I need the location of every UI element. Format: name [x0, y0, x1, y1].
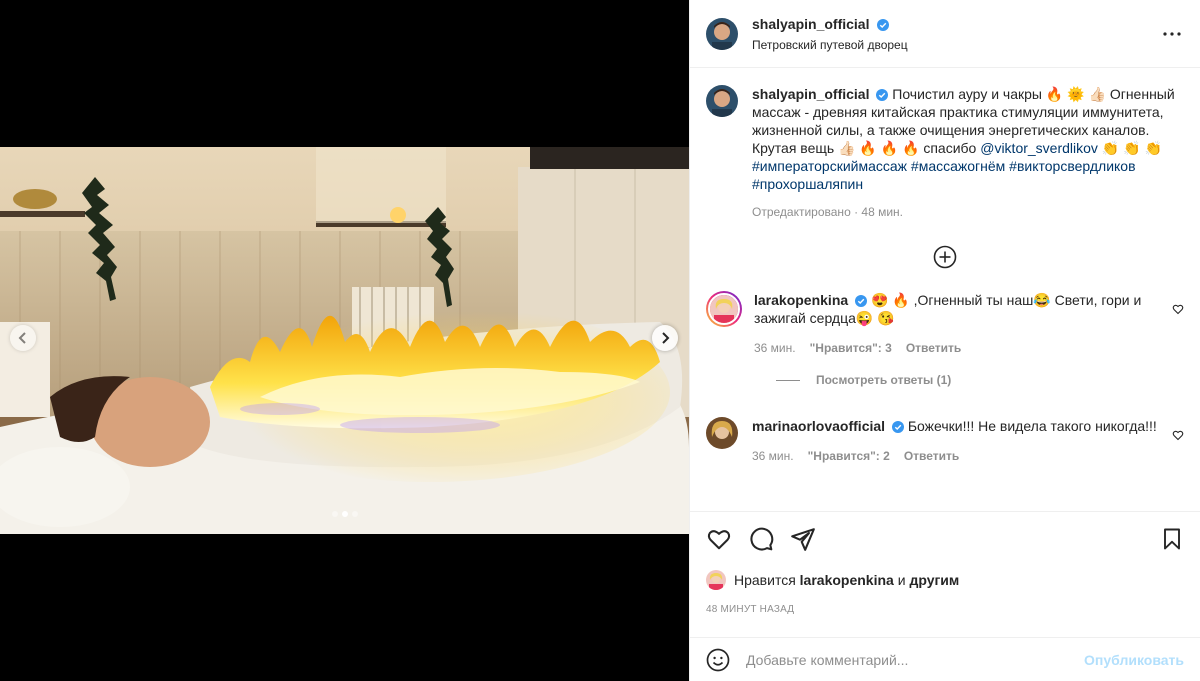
hashtags-link[interactable]: #императорскиймассаж #массажогнём #викто…: [752, 158, 1136, 192]
chevron-right-icon: [662, 332, 670, 344]
post-location[interactable]: Петровский путевой дворец: [752, 38, 1160, 52]
caption-username[interactable]: shalyapin_official: [752, 86, 869, 102]
carousel-prev-button[interactable]: [10, 325, 36, 351]
mention-link[interactable]: @viktor_sverdlikov: [980, 140, 1098, 156]
plus-circle-icon: [933, 245, 957, 269]
reply-button[interactable]: Ответить: [904, 447, 959, 465]
post-photo[interactable]: [0, 147, 689, 534]
carousel-next-button[interactable]: [652, 325, 678, 351]
post-timestamp[interactable]: 48 МИНУТ НАЗАД: [706, 604, 1184, 615]
post-actions: Нравится larakopenkina и другим 48 МИНУТ…: [690, 511, 1200, 615]
view-replies-label: Посмотреть ответы (1): [816, 373, 952, 387]
fire-massage-photo: [0, 147, 689, 534]
edited-time: Отредактировано · 48 мин.: [752, 205, 903, 219]
liked-by: Нравится larakopenkina и другим: [706, 570, 1184, 590]
caption-line1: Почистил ауру и чакры 🔥 🌞 👍🏻: [892, 86, 1106, 102]
view-replies-button[interactable]: Посмотреть ответы (1): [776, 373, 1184, 387]
commenter-avatar[interactable]: [706, 291, 742, 327]
commenter-avatar[interactable]: [706, 417, 738, 449]
comment-time[interactable]: 36 мин.: [754, 339, 796, 357]
post-header: shalyapin_official Петровский путевой дв…: [690, 0, 1200, 68]
add-comment-bar: Опубликовать: [690, 637, 1200, 681]
comment-text: Божечки!!! Не видела такого никогда!!!: [907, 418, 1157, 434]
comment-time[interactable]: 36 мин.: [752, 447, 794, 465]
comment-item: larakopenkina 😍 🔥 ,Огненный ты наш😂 Свет…: [706, 291, 1184, 357]
liked-by-mid: и: [897, 572, 906, 588]
caption-emojis: 👏 👏 👏: [1097, 140, 1162, 156]
liked-by-user[interactable]: larakopenkina: [800, 572, 894, 588]
comment-likes[interactable]: "Нравится": 3: [810, 339, 892, 357]
comment-likes[interactable]: "Нравится": 2: [808, 447, 890, 465]
post-sidebar: shalyapin_official Петровский путевой дв…: [689, 0, 1200, 681]
reply-button[interactable]: Ответить: [906, 339, 961, 357]
liked-by-others[interactable]: другим: [909, 572, 959, 588]
carousel-indicator: [0, 511, 689, 517]
chevron-left-icon: [18, 332, 26, 344]
more-options-button[interactable]: [1160, 22, 1184, 46]
carousel-dot: [331, 511, 338, 517]
caption-avatar[interactable]: [706, 85, 738, 117]
like-comment-heart-icon[interactable]: [1172, 429, 1184, 441]
share-send-icon[interactable]: [790, 526, 816, 552]
comment-item: marinaorlovaofficial Божечки!!! Не видел…: [706, 417, 1184, 465]
author-avatar[interactable]: [706, 17, 738, 50]
like-comment-heart-icon[interactable]: [1172, 303, 1184, 315]
author-username[interactable]: shalyapin_official: [752, 16, 869, 32]
verified-badge-icon: [855, 295, 868, 307]
verified-badge-icon: [876, 18, 889, 31]
carousel-dot: [351, 511, 358, 517]
liker-avatar[interactable]: [706, 570, 726, 590]
carousel-dot-active: [341, 511, 348, 517]
commenter-username[interactable]: larakopenkina: [754, 292, 848, 308]
comments-section: shalyapin_official Почистил ауру и чакры…: [690, 69, 1200, 511]
comment-bubble-icon[interactable]: [748, 526, 774, 552]
post-media: [0, 0, 689, 681]
load-more-comments-button[interactable]: [706, 245, 1184, 269]
smiley-icon[interactable]: [706, 648, 730, 672]
bookmark-save-icon[interactable]: [1160, 527, 1184, 551]
like-heart-icon[interactable]: [706, 526, 732, 552]
caption: shalyapin_official Почистил ауру и чакры…: [706, 85, 1184, 221]
commenter-username[interactable]: marinaorlovaofficial: [752, 418, 885, 434]
publish-button[interactable]: Опубликовать: [1084, 652, 1184, 668]
liked-by-prefix: Нравится: [734, 572, 796, 588]
comment-input[interactable]: [746, 651, 1085, 668]
verified-badge-icon: [891, 421, 904, 433]
verified-badge-icon: [876, 89, 889, 101]
more-horizontal-icon: [1163, 31, 1181, 36]
